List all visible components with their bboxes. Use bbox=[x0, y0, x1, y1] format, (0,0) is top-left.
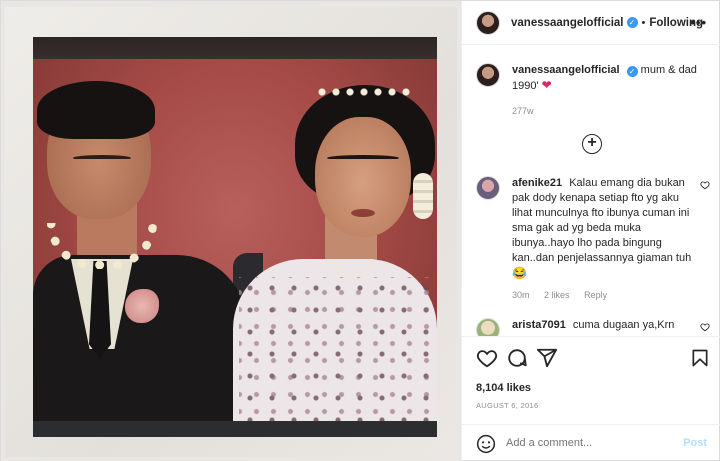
comments-list[interactable]: vanessaangelofficial ✓ mum & dad 1990' ❤ … bbox=[462, 46, 720, 336]
comment-icon[interactable] bbox=[506, 347, 528, 369]
comment-username[interactable]: afenike21 bbox=[512, 177, 562, 189]
header-username[interactable]: vanessaangelofficial bbox=[511, 17, 624, 29]
man-suit bbox=[33, 255, 247, 425]
comment-item: arista7091 cuma dugaan ya,Krn bbox=[476, 318, 716, 336]
verified-badge-icon: ✓ bbox=[626, 66, 638, 77]
instagram-post: vanessaangelofficial ✓ • Following ••• v… bbox=[0, 0, 720, 461]
comment-body: arista7091 cuma dugaan ya,Krn bbox=[512, 318, 696, 333]
comment-heart-icon[interactable] bbox=[700, 322, 710, 332]
comment-heart-icon[interactable] bbox=[700, 180, 710, 190]
reply-button[interactable]: Reply bbox=[584, 290, 607, 300]
verified-badge-icon: ✓ bbox=[626, 17, 638, 28]
add-comment-bar: Post bbox=[462, 424, 720, 461]
comment-body: afenike21 Kalau emang dia bukan pak dody… bbox=[512, 176, 696, 282]
action-buttons bbox=[476, 347, 710, 371]
caption-time: 277w bbox=[512, 106, 534, 116]
kebaya-pattern bbox=[239, 277, 435, 427]
woman-eyes bbox=[327, 155, 399, 161]
wedding-photo bbox=[33, 37, 437, 437]
boutonniere bbox=[125, 289, 159, 323]
photo-top-edge bbox=[33, 37, 437, 61]
laughing-emoji: 😂 bbox=[512, 266, 527, 280]
post-date: AUGUST 6, 2016 bbox=[476, 401, 539, 410]
plus-circle-icon[interactable]: + bbox=[582, 134, 602, 154]
caption: vanessaangelofficial ✓ mum & dad 1990' ❤ … bbox=[476, 63, 710, 116]
man-eyes bbox=[73, 155, 131, 161]
comment-username[interactable]: arista7091 bbox=[512, 319, 566, 331]
photo-bottom-edge bbox=[33, 421, 437, 437]
comment-time: 30m bbox=[512, 290, 530, 300]
comment-input[interactable] bbox=[506, 437, 666, 449]
caption-username[interactable]: vanessaangelofficial bbox=[512, 64, 620, 76]
polaroid-border bbox=[5, 7, 457, 457]
post-actions: 8,104 likes AUGUST 6, 2016 Post bbox=[462, 336, 720, 461]
comment-item: afenike21 Kalau emang dia bukan pak dody… bbox=[476, 176, 716, 300]
more-options-icon[interactable]: ••• bbox=[690, 15, 707, 30]
smiley-icon[interactable] bbox=[476, 434, 496, 454]
comment-meta: 30m 2 likes Reply bbox=[512, 290, 716, 300]
post-button[interactable]: Post bbox=[683, 437, 707, 449]
likes-count[interactable]: 8,104 likes bbox=[476, 382, 531, 394]
heart-emoji: ❤ bbox=[541, 78, 552, 92]
post-sidebar: vanessaangelofficial ✓ • Following ••• v… bbox=[461, 1, 720, 461]
woman-lips bbox=[351, 209, 375, 217]
post-image[interactable] bbox=[1, 1, 461, 461]
post-header: vanessaangelofficial ✓ • Following ••• bbox=[462, 1, 720, 45]
comment-likes[interactable]: 2 likes bbox=[544, 290, 570, 300]
comment-text: cuma dugaan ya,Krn bbox=[572, 319, 675, 331]
header-separator: • bbox=[641, 16, 646, 29]
comment-text: Kalau emang dia bukan pak dody kenapa se… bbox=[512, 177, 692, 264]
woman-face bbox=[315, 117, 411, 237]
bookmark-icon[interactable] bbox=[690, 347, 710, 369]
commenter-avatar[interactable] bbox=[476, 318, 500, 336]
heart-icon[interactable] bbox=[476, 347, 498, 369]
caption-text-block: vanessaangelofficial ✓ mum & dad 1990' ❤ bbox=[512, 63, 710, 94]
hair-pins bbox=[315, 85, 415, 99]
share-icon[interactable] bbox=[536, 347, 558, 369]
man-hair bbox=[37, 81, 155, 139]
commenter-avatar[interactable] bbox=[476, 176, 500, 200]
caption-avatar[interactable] bbox=[476, 63, 500, 87]
hair-flowers bbox=[413, 173, 433, 219]
avatar[interactable] bbox=[476, 10, 500, 35]
